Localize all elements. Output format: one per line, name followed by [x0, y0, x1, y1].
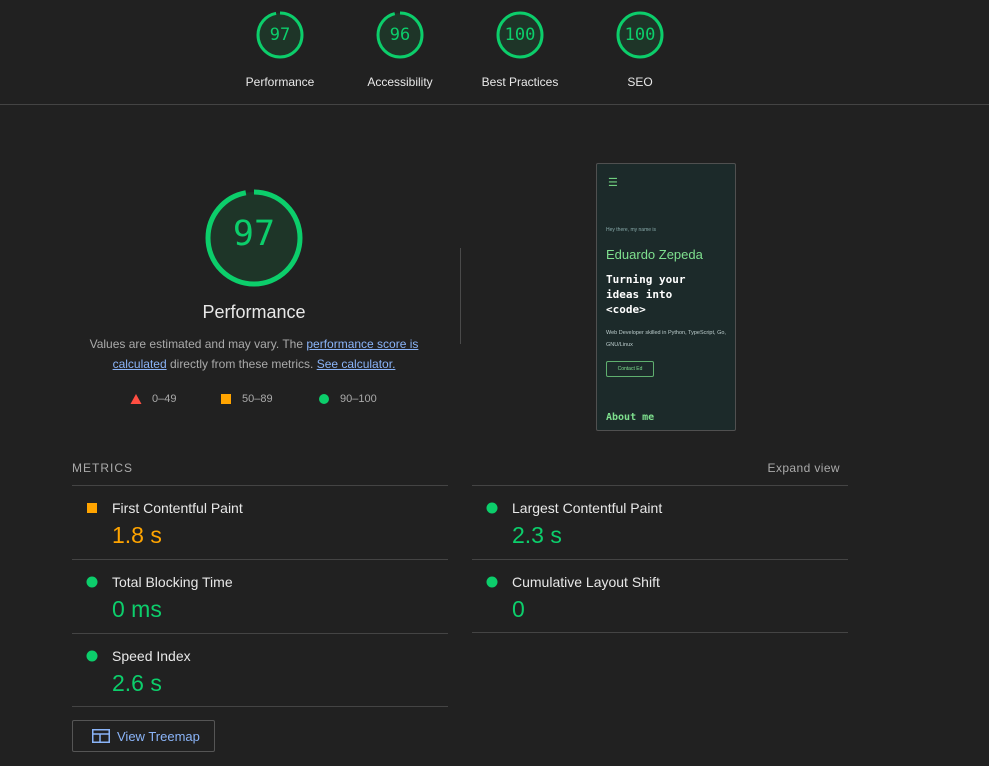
- site-tagline: Turning your ideas into <code>: [606, 273, 686, 316]
- metrics-title: METRICS: [72, 461, 133, 475]
- site-subtitle: Web Developer skilled in Python, TypeScr…: [606, 330, 726, 348]
- hamburger-icon: ☰: [608, 177, 618, 189]
- expand-view-toggle[interactable]: Expand view: [760, 461, 840, 475]
- gauge-score: 96: [389, 25, 411, 45]
- contact-button: Contact Ed: [606, 361, 654, 377]
- metric-total-blocking-time: Total Blocking Time 0 ms: [72, 559, 448, 633]
- gauge-accessibility[interactable]: 96 Accessibility: [340, 10, 460, 89]
- circle-icon: [319, 394, 329, 404]
- performance-score: 97: [232, 214, 276, 254]
- metric-name: First Contentful Paint: [112, 500, 243, 516]
- score-description: Values are estimated and may vary. The p…: [84, 334, 424, 374]
- legend-fail: 0–49: [130, 393, 176, 405]
- triangle-icon: [130, 394, 142, 404]
- page-screenshot: ☰ Hey there, my name is Eduardo Zepeda T…: [596, 163, 736, 431]
- circle-icon: [486, 576, 498, 588]
- metric-name: Speed Index: [112, 648, 191, 664]
- metric-value: 2.6 s: [112, 670, 162, 696]
- square-icon: [87, 503, 97, 513]
- metric-value: 2.3 s: [512, 522, 562, 548]
- metric-value: 0 ms: [112, 596, 162, 622]
- metric-name: Largest Contentful Paint: [512, 500, 663, 516]
- performance-title: Performance: [202, 302, 306, 322]
- gauge-label: Performance: [245, 75, 315, 89]
- square-icon: [221, 394, 231, 404]
- gauge-label: SEO: [627, 75, 653, 89]
- legend-range: 50–89: [242, 393, 273, 405]
- greeting-text: Hey there, my name is: [606, 227, 657, 233]
- gauge-score: 97: [269, 25, 291, 45]
- treemap-icon: [92, 729, 110, 743]
- circle-icon: [86, 576, 98, 588]
- gauge-best-practices[interactable]: 100 Best Practices: [460, 10, 580, 89]
- site-owner-name: Eduardo Zepeda: [606, 247, 703, 262]
- gauge-score: 100: [504, 25, 536, 45]
- description-text: directly from these metrics.: [166, 357, 317, 371]
- gauge-label: Best Practices: [481, 75, 559, 89]
- gauge-label: Accessibility: [367, 75, 433, 89]
- metric-value: 1.8 s: [112, 522, 162, 548]
- score-summary-bar: 97 Performance 96 Accessibility 100 Best…: [0, 0, 989, 105]
- gauge-score: 100: [624, 25, 656, 45]
- see-calculator-link[interactable]: See calculator.: [317, 357, 396, 371]
- metric-name: Cumulative Layout Shift: [512, 574, 660, 590]
- legend-pass: 90–100: [318, 393, 377, 405]
- metric-name: Total Blocking Time: [112, 574, 233, 590]
- about-heading: About me: [606, 412, 655, 423]
- metric-cumulative-layout-shift: Cumulative Layout Shift 0: [472, 559, 848, 633]
- gauge-seo[interactable]: 100 SEO: [580, 10, 700, 89]
- view-treemap-button[interactable]: View Treemap: [72, 720, 215, 752]
- metric-largest-contentful-paint: Largest Contentful Paint 2.3 s: [472, 485, 848, 559]
- metric-first-contentful-paint: First Contentful Paint 1.8 s: [72, 485, 448, 559]
- divider: [72, 706, 448, 707]
- legend-range: 0–49: [152, 393, 177, 405]
- circle-icon: [486, 502, 498, 514]
- metric-value: 0: [512, 596, 525, 622]
- divider: [460, 248, 461, 344]
- metric-speed-index: Speed Index 2.6 s: [72, 633, 448, 707]
- circle-icon: [86, 650, 98, 662]
- legend-range: 90–100: [340, 393, 377, 405]
- legend-average: 50–89: [220, 393, 273, 405]
- view-treemap-label: View Treemap: [117, 728, 200, 744]
- gauge-performance[interactable]: 97 Performance: [220, 10, 340, 89]
- description-text: Values are estimated and may vary. The: [89, 337, 307, 351]
- divider: [472, 632, 848, 633]
